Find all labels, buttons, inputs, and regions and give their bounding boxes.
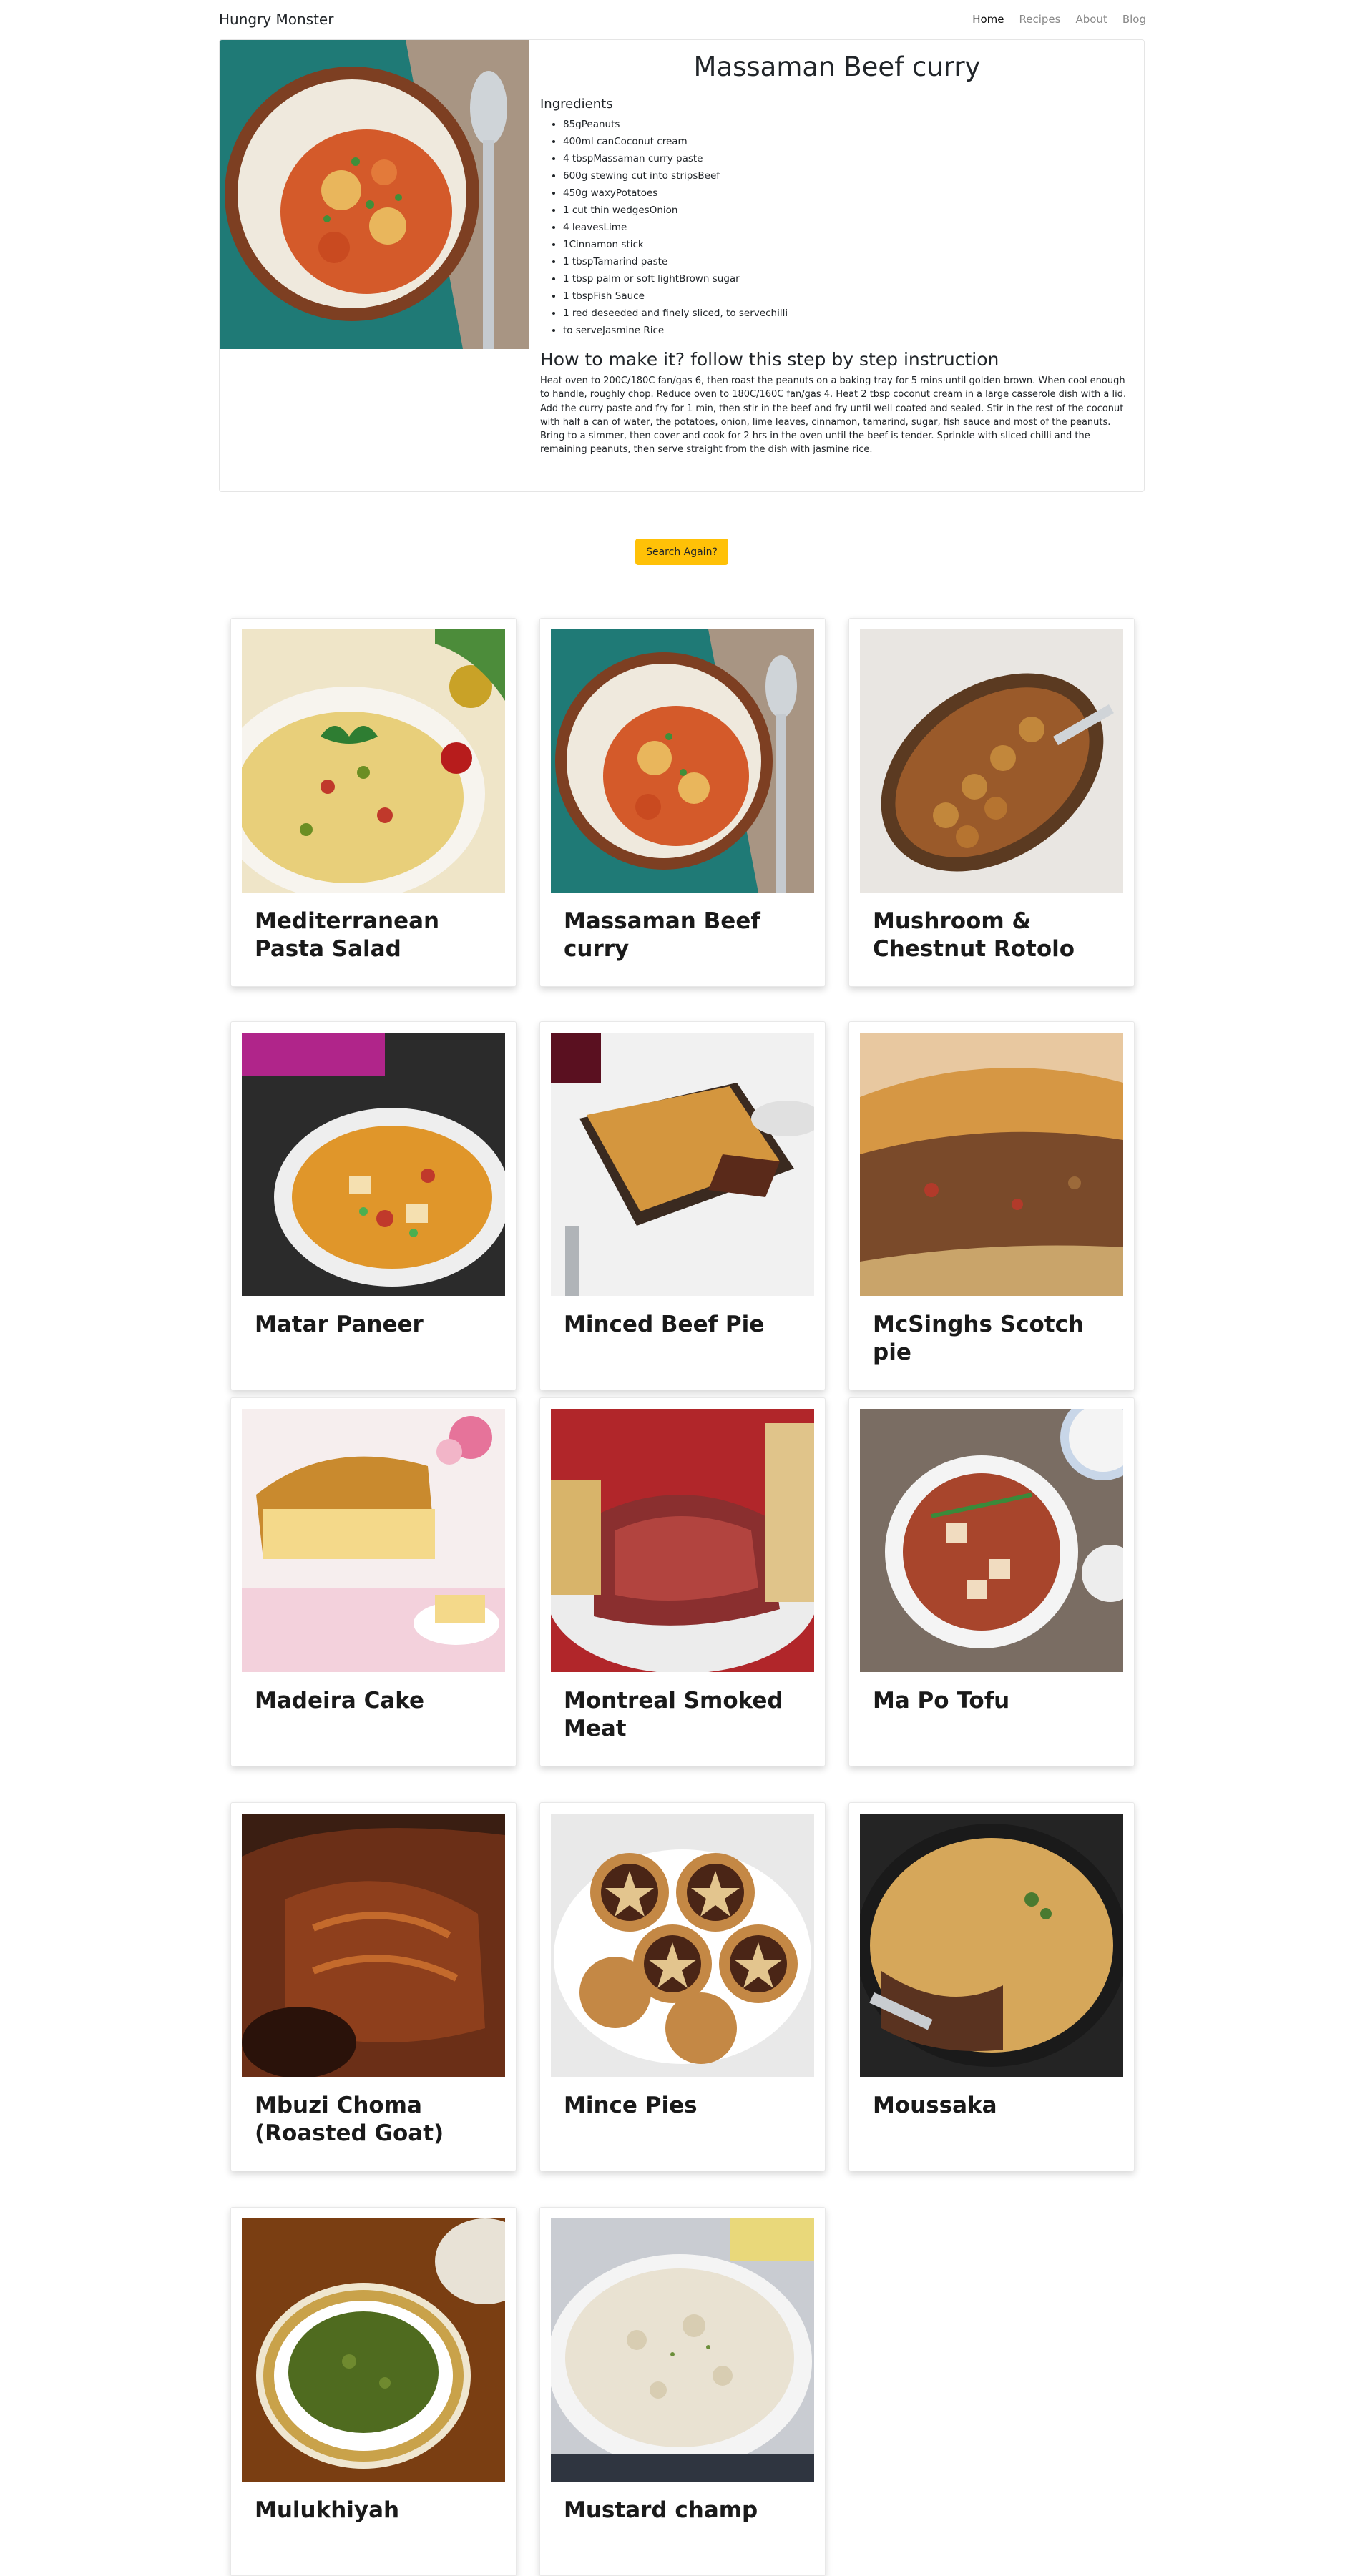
nav-links: Home Recipes About Blog — [972, 13, 1146, 26]
meal-thumbnail — [242, 1814, 505, 2077]
meal-card-mushroom-chestnut-rotolo[interactable]: Mushroom & Chestnut Rotolo — [848, 618, 1135, 987]
nav-link-home[interactable]: Home — [972, 13, 1004, 26]
meal-card-name: Montreal Smoked Meat — [564, 1688, 783, 1741]
ingredient-item: 400ml canCoconut cream — [563, 133, 1134, 150]
meal-thumbnail — [551, 2218, 814, 2482]
meal-card-mcsinghs-scotch-pie[interactable]: McSinghs Scotch pie — [848, 1021, 1135, 1390]
meal-card-madeira-cake[interactable]: Madeira Cake — [230, 1397, 517, 1766]
ingredient-item: 1 tbsp palm or soft lightBrown sugar — [563, 270, 1134, 287]
nav-link-blog[interactable]: Blog — [1122, 13, 1146, 26]
meal-card-minced-beef-pie[interactable]: Minced Beef Pie — [539, 1021, 826, 1390]
meal-card-matar-paneer[interactable]: Matar Paneer — [230, 1021, 517, 1390]
meal-card-mustard-champ[interactable]: Mustard champ — [539, 2207, 826, 2576]
ingredient-item: 1 tbspTamarind paste — [563, 253, 1134, 270]
nav-link-about[interactable]: About — [1075, 13, 1107, 26]
meal-thumbnail — [860, 1814, 1123, 2077]
meal-thumbnail — [242, 1409, 505, 1672]
meal-card-name: Matar Paneer — [255, 1312, 424, 1337]
meal-thumbnail — [551, 629, 814, 893]
meal-card-massaman-beef-curry[interactable]: Massaman Beef curry — [539, 618, 826, 987]
meal-card-montreal-smoked-meat[interactable]: Montreal Smoked Meat — [539, 1397, 826, 1766]
meal-detail-body: Massaman Beef curry Ingredients 85gPeanu… — [540, 40, 1134, 457]
meal-card-name: Madeira Cake — [255, 1688, 425, 1714]
instructions-text: Heat oven to 200C/180C fan/gas 6, then r… — [540, 375, 1127, 456]
ingredient-item: 1 red deseeded and finely sliced, to ser… — [563, 305, 1134, 322]
meal-card-name: Moussaka — [873, 2093, 997, 2118]
ingredient-item: to serveJasmine Rice — [563, 322, 1134, 339]
nav-link-recipes[interactable]: Recipes — [1019, 13, 1061, 26]
ingredient-item: 1 tbspFish Sauce — [563, 287, 1134, 305]
meal-card-name: Mustard champ — [564, 2497, 758, 2523]
ingredients-list: 85gPeanuts 400ml canCoconut cream 4 tbsp… — [540, 116, 1134, 339]
meal-thumbnail — [860, 1033, 1123, 1296]
ingredient-item: 4 leavesLime — [563, 219, 1134, 236]
meal-card-mince-pies[interactable]: Mince Pies — [539, 1802, 826, 2171]
ingredient-item: 1 cut thin wedgesOnion — [563, 202, 1134, 219]
meal-card-ma-po-tofu[interactable]: Ma Po Tofu — [848, 1397, 1135, 1766]
meal-card-mediterranean-pasta-salad[interactable]: Mediterranean Pasta Salad — [230, 618, 517, 987]
meal-card-name: Mushroom & Chestnut Rotolo — [873, 908, 1075, 962]
ingredient-item: 1Cinnamon stick — [563, 236, 1134, 253]
meal-card-name: Mbuzi Choma (Roasted Goat) — [255, 2093, 444, 2146]
ingredient-item: 85gPeanuts — [563, 116, 1134, 133]
meal-thumbnail — [860, 1409, 1123, 1672]
meal-thumbnail — [551, 1409, 814, 1672]
meal-card-name: Mince Pies — [564, 2093, 698, 2118]
meal-thumbnail — [242, 629, 505, 893]
meal-thumbnail — [242, 1033, 505, 1296]
meal-card-mulukhiyah[interactable]: Mulukhiyah — [230, 2207, 517, 2576]
meal-card-name: Massaman Beef curry — [564, 908, 760, 962]
ingredient-item: 4 tbspMassaman curry paste — [563, 150, 1134, 167]
meal-card-name: McSinghs Scotch pie — [873, 1312, 1085, 1365]
ingredient-item: 600g stewing cut into stripsBeef — [563, 167, 1134, 185]
meal-thumbnail — [551, 1814, 814, 2077]
ingredients-heading: Ingredients — [540, 97, 613, 112]
meal-card-name: Ma Po Tofu — [873, 1688, 1010, 1714]
meal-card-name: Mediterranean Pasta Salad — [255, 908, 440, 962]
meal-detail-card: Massaman Beef curry Ingredients 85gPeanu… — [219, 39, 1145, 492]
meal-thumbnail — [242, 2218, 505, 2482]
meal-detail-title: Massaman Beef curry — [693, 51, 981, 82]
ingredient-item: 450g waxyPotatoes — [563, 185, 1134, 202]
meal-thumbnail — [860, 629, 1123, 893]
meal-thumbnail — [551, 1033, 814, 1296]
meal-detail-image — [220, 40, 529, 349]
top-navbar: Hungry Monster Home Recipes About Blog — [219, 0, 1146, 39]
instructions-heading: How to make it? follow this step by step… — [540, 349, 999, 370]
meal-card-mbuzi-choma[interactable]: Mbuzi Choma (Roasted Goat) — [230, 1802, 517, 2171]
search-again-button[interactable]: Search Again? — [635, 539, 728, 565]
brand-link[interactable]: Hungry Monster — [219, 11, 333, 28]
meal-card-name: Mulukhiyah — [255, 2497, 400, 2523]
meal-card-name: Minced Beef Pie — [564, 1312, 765, 1337]
meal-card-moussaka[interactable]: Moussaka — [848, 1802, 1135, 2171]
